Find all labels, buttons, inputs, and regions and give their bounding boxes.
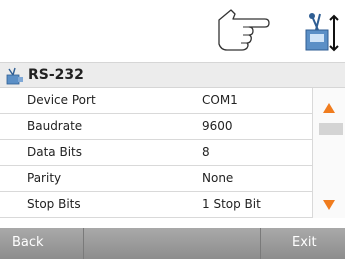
setting-label: Baudrate	[27, 119, 83, 133]
bottom-bar: Back Exit	[0, 228, 345, 259]
empty-footer-slot	[85, 228, 261, 259]
setting-label: Data Bits	[27, 145, 82, 159]
setting-row-parity[interactable]: Parity None	[0, 166, 312, 192]
section-header: RS-232	[0, 62, 345, 88]
exit-button-label: Exit	[292, 235, 317, 250]
exit-button[interactable]: Exit	[262, 228, 345, 259]
setting-value: 1 Stop Bit	[202, 197, 261, 211]
top-toolbar	[0, 0, 345, 62]
setting-row-stop-bits[interactable]: Stop Bits 1 Stop Bit	[0, 192, 312, 218]
setting-row-baudrate[interactable]: Baudrate 9600	[0, 114, 312, 140]
setting-value: COM1	[202, 93, 238, 107]
device-settings-icon[interactable]	[302, 10, 342, 54]
back-button-label: Back	[12, 235, 44, 250]
setting-label: Stop Bits	[27, 197, 81, 211]
setting-value: 9600	[202, 119, 233, 133]
scrollbar-thumb[interactable]	[319, 123, 343, 135]
arrow-up-icon[interactable]	[323, 98, 335, 117]
setting-value: None	[202, 171, 234, 185]
arrow-down-icon[interactable]	[323, 195, 335, 214]
setting-row-device-port[interactable]: Device Port COM1	[0, 88, 312, 114]
setting-value: 8	[202, 145, 210, 159]
section-title: RS-232	[28, 67, 84, 83]
pointing-hand-icon[interactable]	[213, 6, 271, 54]
setting-label: Parity	[27, 171, 62, 185]
back-button[interactable]: Back	[0, 228, 84, 259]
setting-row-data-bits[interactable]: Data Bits 8	[0, 140, 312, 166]
settings-list: Device Port COM1 Baudrate 9600 Data Bits…	[0, 88, 312, 218]
setting-label: Device Port	[27, 93, 96, 107]
scroll-column	[312, 88, 345, 218]
rs232-device-icon	[5, 67, 25, 85]
